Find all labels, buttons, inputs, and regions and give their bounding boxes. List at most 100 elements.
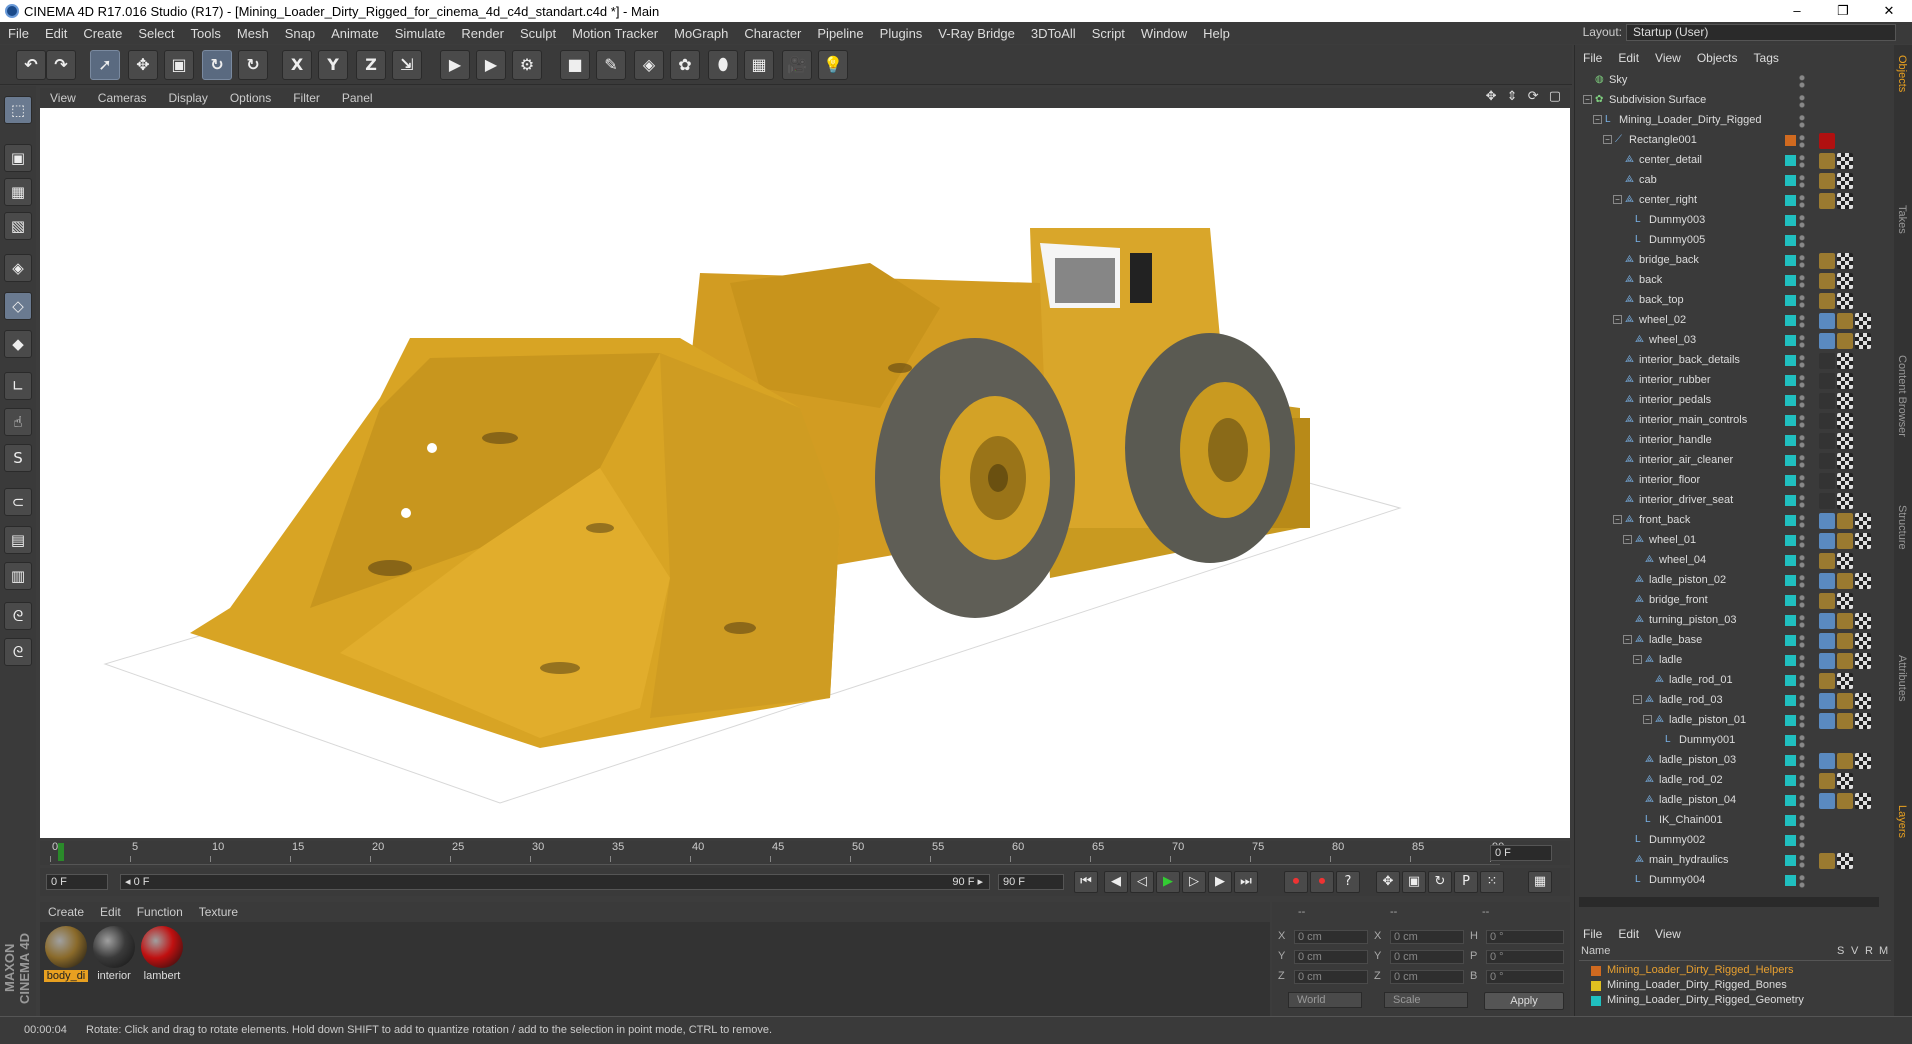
layer-color-swatch[interactable] bbox=[1785, 335, 1796, 346]
menu-select[interactable]: Select bbox=[130, 26, 182, 41]
layer-color-swatch[interactable] bbox=[1785, 155, 1796, 166]
object-row[interactable]: − ⟁ ladle_rod_03 bbox=[1579, 691, 1879, 711]
object-row[interactable]: ⟁ ladle_rod_02 bbox=[1579, 771, 1879, 791]
visibility-dots[interactable] bbox=[1799, 253, 1805, 269]
side-tab-objects[interactable]: Objects bbox=[1896, 55, 1908, 92]
tag-icon[interactable] bbox=[1837, 613, 1853, 629]
polygons-mode-icon[interactable]: ◆ bbox=[4, 330, 32, 358]
visibility-dots[interactable] bbox=[1799, 533, 1805, 549]
object-row[interactable]: − ⟁ wheel_01 bbox=[1579, 531, 1879, 551]
python-icon[interactable]: ᘓ bbox=[4, 602, 32, 630]
visibility-dots[interactable] bbox=[1799, 373, 1805, 389]
tag-icon[interactable] bbox=[1819, 433, 1835, 449]
axis-mode-icon[interactable]: ∟ bbox=[4, 372, 32, 400]
object-row[interactable]: ⟁ ladle_piston_03 bbox=[1579, 751, 1879, 771]
tag-icon[interactable] bbox=[1837, 493, 1853, 509]
tag-icon[interactable] bbox=[1855, 533, 1871, 549]
layer-color-swatch[interactable] bbox=[1785, 395, 1796, 406]
visibility-dots[interactable] bbox=[1799, 453, 1805, 469]
pla-key-icon[interactable]: ⁙ bbox=[1480, 871, 1504, 893]
layer-color-swatch[interactable] bbox=[1785, 715, 1796, 726]
scale-mode-dropdown[interactable]: Scale bbox=[1384, 992, 1468, 1008]
timeline[interactable]: 051015202530354045505560657075808590 0 F bbox=[40, 841, 1570, 865]
tag-icon[interactable] bbox=[1819, 133, 1835, 149]
coord-field-x[interactable]: 0 cm bbox=[1294, 930, 1368, 944]
tag-icon[interactable] bbox=[1819, 633, 1835, 649]
tag-icon[interactable] bbox=[1819, 573, 1835, 589]
move-key-icon[interactable]: ✥ bbox=[1376, 871, 1400, 893]
tag-icon[interactable] bbox=[1837, 633, 1853, 649]
perspective-viewport[interactable] bbox=[40, 108, 1570, 838]
tag-icon[interactable] bbox=[1837, 553, 1853, 569]
tag-icon[interactable] bbox=[1819, 473, 1835, 489]
play-icon[interactable]: ▶ bbox=[1156, 871, 1180, 893]
layer-color[interactable] bbox=[1591, 996, 1601, 1006]
layer-color-swatch[interactable] bbox=[1785, 235, 1796, 246]
menu-create[interactable]: Create bbox=[75, 26, 130, 41]
tag-icon[interactable] bbox=[1819, 393, 1835, 409]
object-row[interactable]: L Dummy001 bbox=[1579, 731, 1879, 751]
move-icon[interactable]: ✥ bbox=[128, 50, 158, 80]
object-menu-objects[interactable]: Objects bbox=[1689, 51, 1746, 65]
visibility-dots[interactable] bbox=[1799, 353, 1805, 369]
edges-mode-icon[interactable]: ◇ bbox=[4, 292, 32, 320]
object-row[interactable]: ⟁ turning_piston_03 bbox=[1579, 611, 1879, 631]
next-frame-icon[interactable]: ▷ bbox=[1182, 871, 1206, 893]
tag-icon[interactable] bbox=[1819, 453, 1835, 469]
visibility-dots[interactable] bbox=[1799, 133, 1805, 149]
expand-toggle[interactable]: − bbox=[1603, 135, 1612, 144]
tag-icon[interactable] bbox=[1837, 153, 1853, 169]
material-swatch[interactable]: interior bbox=[92, 926, 136, 982]
timeline-window-icon[interactable]: ▦ bbox=[1528, 871, 1552, 893]
visibility-dots[interactable] bbox=[1799, 73, 1805, 89]
object-row[interactable]: ⟁ bridge_front bbox=[1579, 591, 1879, 611]
layer-color-swatch[interactable] bbox=[1785, 375, 1796, 386]
visibility-dots[interactable] bbox=[1799, 633, 1805, 649]
coord-field-y[interactable]: 0 cm bbox=[1294, 950, 1368, 964]
solo-icon[interactable]: S bbox=[4, 444, 32, 472]
visibility-dots[interactable] bbox=[1799, 853, 1805, 869]
viewport-menu-panel[interactable]: Panel bbox=[332, 91, 385, 105]
tag-icon[interactable] bbox=[1819, 713, 1835, 729]
object-row[interactable]: L Dummy005 bbox=[1579, 231, 1879, 251]
visibility-dots[interactable] bbox=[1799, 273, 1805, 289]
layer-menu-edit[interactable]: Edit bbox=[1610, 927, 1647, 941]
tag-icon[interactable] bbox=[1819, 773, 1835, 789]
object-row[interactable]: − ⟁ front_back bbox=[1579, 511, 1879, 531]
viewport-navigation-icons[interactable]: ✥ ⇕ ⟳ ▢ bbox=[1486, 89, 1564, 104]
layer-color-swatch[interactable] bbox=[1785, 635, 1796, 646]
layer-color-swatch[interactable] bbox=[1785, 775, 1796, 786]
tag-icon[interactable] bbox=[1819, 373, 1835, 389]
expand-toggle[interactable]: − bbox=[1593, 115, 1602, 124]
object-row[interactable]: − ⟁ ladle bbox=[1579, 651, 1879, 671]
recent-tool-icon[interactable]: ↻ bbox=[238, 50, 268, 80]
visibility-dots[interactable] bbox=[1799, 393, 1805, 409]
menu-edit[interactable]: Edit bbox=[37, 26, 75, 41]
previous-frame-icon[interactable]: ◁ bbox=[1130, 871, 1154, 893]
object-row[interactable]: − ⟋ Rectangle001 bbox=[1579, 131, 1879, 151]
auto-key-icon[interactable]: ⏺ bbox=[1310, 871, 1334, 893]
material-swatch[interactable]: body_di bbox=[44, 926, 88, 982]
coord-field-y[interactable]: 0 cm bbox=[1390, 950, 1464, 964]
layer-row[interactable]: Mining_Loader_Dirty_Rigged_Bones bbox=[1579, 978, 1891, 993]
visibility-dots[interactable] bbox=[1799, 833, 1805, 849]
layer-color-swatch[interactable] bbox=[1785, 455, 1796, 466]
visibility-dots[interactable] bbox=[1799, 593, 1805, 609]
render-picture-viewer-icon[interactable]: ▶ bbox=[476, 50, 506, 80]
tag-icon[interactable] bbox=[1819, 613, 1835, 629]
layer-color-swatch[interactable] bbox=[1785, 315, 1796, 326]
material-menu-function[interactable]: Function bbox=[129, 905, 191, 919]
menu-v-ray-bridge[interactable]: V-Ray Bridge bbox=[930, 26, 1023, 41]
tag-icon[interactable] bbox=[1855, 793, 1871, 809]
layer-color[interactable] bbox=[1591, 981, 1601, 991]
menu-motion-tracker[interactable]: Motion Tracker bbox=[564, 26, 666, 41]
redo-icon[interactable]: ↷ bbox=[46, 50, 76, 80]
subdivision-icon[interactable]: ◈ bbox=[634, 50, 664, 80]
end-frame-field[interactable]: 90 F bbox=[998, 874, 1064, 890]
live-select-icon[interactable]: ➚ bbox=[90, 50, 120, 80]
layer-color-swatch[interactable] bbox=[1785, 795, 1796, 806]
visibility-dots[interactable] bbox=[1799, 433, 1805, 449]
tag-icon[interactable] bbox=[1837, 533, 1853, 549]
tag-icon[interactable] bbox=[1819, 653, 1835, 669]
layer-color[interactable] bbox=[1591, 966, 1601, 976]
